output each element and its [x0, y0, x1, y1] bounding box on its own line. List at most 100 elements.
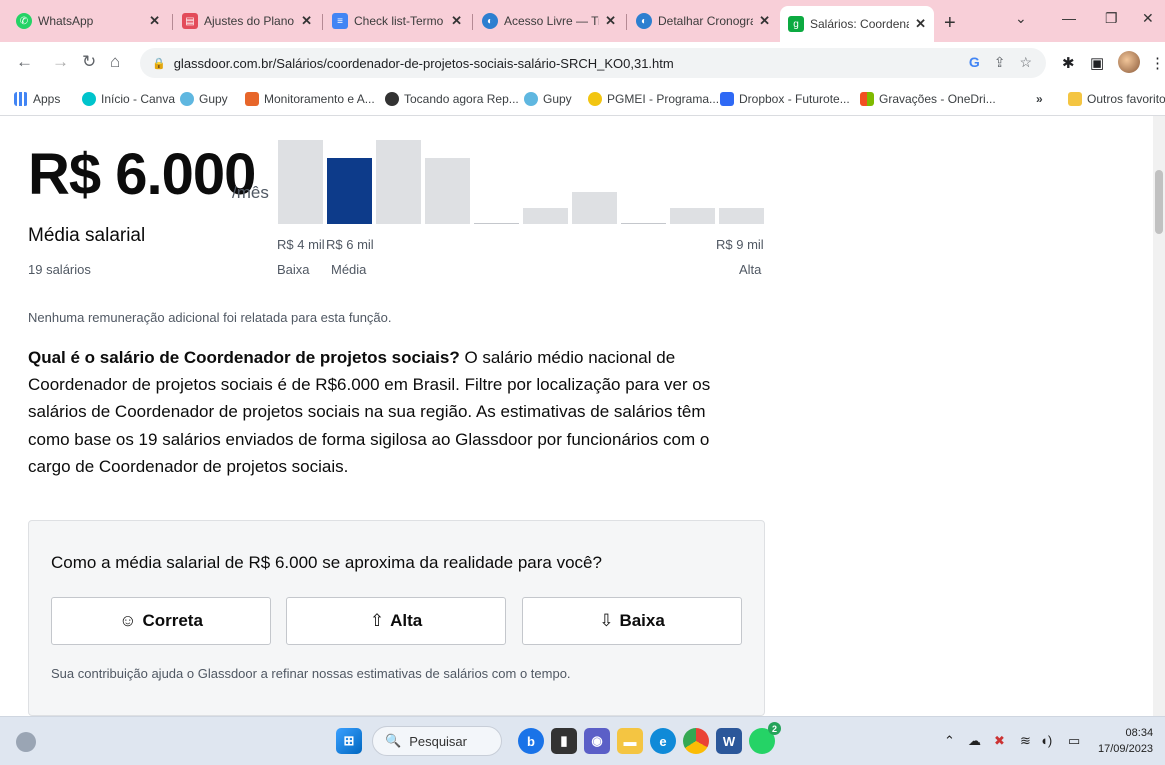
- url-text: glassdoor.com.br/Salários/coordenador-de…: [173, 55, 674, 71]
- tab-title: Ajustes do Plano dè: [204, 14, 295, 28]
- pgmei-icon: [588, 92, 602, 106]
- weather-icon[interactable]: [16, 732, 36, 752]
- close-icon[interactable]: ✕: [605, 13, 616, 29]
- chrome-icon[interactable]: [683, 728, 709, 754]
- reload-icon[interactable]: ↻: [82, 52, 96, 72]
- salary-period: /mês: [232, 183, 269, 202]
- gupy-icon: [180, 92, 194, 106]
- bookmark-star-icon[interactable]: ☆: [1019, 54, 1032, 71]
- system-clock[interactable]: 08:34 17/09/2023: [1098, 725, 1153, 757]
- close-window-icon[interactable]: ✕: [1142, 10, 1154, 27]
- tab-cronograma[interactable]: ◐ Detalhar Cronogran ✕: [628, 6, 778, 36]
- back-icon[interactable]: ←: [16, 52, 33, 72]
- feedback-question: Como a média salarial de R$ 6.000 se apr…: [51, 553, 602, 572]
- browser-tab-strip: ✆ WhatsApp ✕ ▤ Ajustes do Plano dè ✕ ≡ C…: [0, 0, 1165, 42]
- clock-time: 08:34: [1125, 727, 1154, 739]
- close-icon[interactable]: ✕: [451, 13, 462, 29]
- low-button[interactable]: ⇩ Baixa: [522, 597, 742, 645]
- lock-icon: 🔒: [152, 57, 166, 70]
- start-icon[interactable]: ⊞: [336, 728, 362, 754]
- bookmark-pgmei[interactable]: PGMEI - Programa...: [588, 92, 719, 106]
- bookmark-canva[interactable]: Início - Canva: [82, 92, 175, 106]
- wifi-icon[interactable]: ≋: [1020, 733, 1031, 749]
- tab-divider: [322, 14, 323, 30]
- no-additional-pay-note: Nenhuma remuneração adicional foi relata…: [28, 310, 392, 325]
- extensions-icon[interactable]: ✱: [1062, 54, 1075, 72]
- bookmark-label: Dropbox - Futurote...: [739, 92, 850, 106]
- bookmark-label: PGMEI - Programa...: [607, 92, 720, 106]
- bookmark-gupy[interactable]: Gupy: [180, 92, 228, 106]
- tray-expand-icon[interactable]: ⌃: [944, 733, 955, 749]
- restore-icon[interactable]: ❐: [1105, 10, 1118, 27]
- histogram-bar: [376, 140, 421, 224]
- gupy-icon: [524, 92, 538, 106]
- histogram-bar: [621, 223, 666, 224]
- average-salary-label: Média salarial: [28, 225, 146, 246]
- sidepanel-icon[interactable]: ▣: [1090, 54, 1104, 72]
- home-icon[interactable]: ⌂: [110, 52, 120, 72]
- share-icon[interactable]: ⇪: [994, 54, 1006, 71]
- histogram-bar: [327, 158, 372, 224]
- bing-icon[interactable]: b: [518, 728, 544, 754]
- app-icon: ▤: [182, 13, 198, 29]
- histogram-bar: [425, 158, 470, 224]
- bookmark-monitoramento[interactable]: Monitoramento e A...: [245, 92, 375, 106]
- address-bar[interactable]: 🔒 glassdoor.com.br/Salários/coordenador-…: [140, 48, 1046, 78]
- close-icon[interactable]: ✕: [149, 13, 160, 29]
- tab-acesso-livre[interactable]: ◐ Acesso Livre — Trar ✕: [474, 6, 624, 36]
- tab-salarios[interactable]: g Salários: Coordenac ✕: [780, 6, 934, 42]
- volume-icon[interactable]: ◖): [1040, 733, 1052, 748]
- battery-icon[interactable]: ▭: [1068, 733, 1080, 749]
- correct-button[interactable]: ☺ Correta: [51, 597, 271, 645]
- low-label: Baixa: [277, 262, 310, 277]
- canva-icon: [82, 92, 96, 106]
- file-explorer-icon[interactable]: ▬: [617, 728, 643, 754]
- close-icon[interactable]: ✕: [915, 16, 926, 32]
- bookmarks-overflow[interactable]: »: [1036, 92, 1043, 106]
- menu-icon[interactable]: ⋮: [1150, 54, 1165, 72]
- google-translate-icon[interactable]: G: [969, 54, 980, 71]
- feedback-box: Como a média salarial de R$ 6.000 se apr…: [28, 520, 765, 716]
- taskbar-search[interactable]: 🔍 Pesquisar: [372, 726, 502, 756]
- apps-grid-icon: [14, 92, 28, 106]
- task-view-icon[interactable]: ▮: [551, 728, 577, 754]
- bookmark-gupy-2[interactable]: Gupy: [524, 92, 572, 106]
- high-button[interactable]: ⇧ Alta: [286, 597, 506, 645]
- tab-ajustes[interactable]: ▤ Ajustes do Plano dè ✕: [174, 6, 320, 36]
- average-salary-tick: R$ 6 mil: [326, 237, 374, 252]
- tab-title: Salários: Coordenac: [810, 17, 910, 31]
- word-icon[interactable]: W: [716, 728, 742, 754]
- low-label: Baixa: [619, 611, 665, 630]
- tab-divider: [626, 14, 627, 30]
- bookmark-label: Tocando agora Rep...: [404, 92, 519, 106]
- scrollbar-thumb[interactable]: [1155, 170, 1163, 234]
- edge-icon[interactable]: e: [650, 728, 676, 754]
- globe-icon: ◐: [636, 13, 652, 29]
- bookmark-dropbox[interactable]: Dropbox - Futurote...: [720, 92, 850, 106]
- close-icon[interactable]: ✕: [759, 13, 770, 29]
- whatsapp-taskbar-icon[interactable]: 2: [749, 722, 781, 754]
- smiley-icon: ☺: [119, 611, 137, 630]
- bookmark-tocando[interactable]: Tocando agora Rep...: [385, 92, 519, 106]
- histogram-bar: [474, 223, 519, 224]
- close-icon[interactable]: ✕: [301, 13, 312, 29]
- windows-taskbar: ⊞ 🔍 Pesquisar b ▮ ◉ ▬ e W 2 ⌃ ☁ ✖ ≋ ◖) ▭…: [0, 716, 1165, 765]
- bookmark-onedrive[interactable]: Gravações - OneDri...: [860, 92, 996, 106]
- bookmark-label: Início - Canva: [101, 92, 176, 106]
- bookmark-label: Gupy: [543, 92, 572, 106]
- security-tray-icon[interactable]: ✖: [994, 733, 1005, 749]
- bookmark-apps[interactable]: Apps: [14, 92, 60, 106]
- tab-divider: [172, 14, 173, 30]
- forward-icon[interactable]: →: [52, 52, 69, 72]
- new-tab-button[interactable]: +: [944, 12, 956, 35]
- tab-title: Detalhar Cronogran: [658, 14, 754, 28]
- tab-search-icon[interactable]: ⌄: [1015, 10, 1027, 27]
- profile-avatar[interactable]: [1118, 51, 1140, 73]
- minimize-icon[interactable]: —: [1062, 10, 1076, 26]
- bookmark-label: Apps: [33, 92, 61, 106]
- teams-icon[interactable]: ◉: [584, 728, 610, 754]
- tab-checklist[interactable]: ≡ Check list-Termo dè ✕: [324, 6, 470, 36]
- bookmark-outros[interactable]: Outros favoritos: [1068, 92, 1165, 106]
- onedrive-tray-icon[interactable]: ☁: [968, 733, 981, 749]
- tab-whatsapp[interactable]: ✆ WhatsApp ✕: [8, 6, 168, 36]
